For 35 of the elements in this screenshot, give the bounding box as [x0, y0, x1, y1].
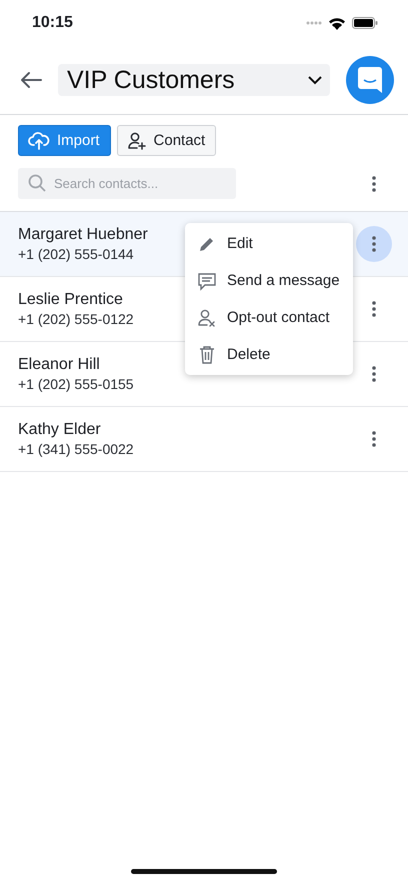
list-dropdown[interactable]: VIP Customers: [58, 64, 330, 96]
chat-app-button[interactable]: [346, 56, 394, 104]
signal-icon: [306, 21, 322, 25]
chevron-down-icon: [308, 76, 322, 84]
remove-person-icon: [197, 308, 217, 328]
vertical-dots-icon: [372, 236, 376, 252]
menu-item[interactable]: Opt-out contact: [185, 299, 353, 336]
chat-bubble-icon: [357, 66, 383, 94]
contact-phone: +1 (202) 555-0122: [18, 311, 134, 327]
contact-row[interactable]: Kathy Elder +1 (341) 555-0022: [0, 407, 408, 472]
vertical-dots-icon: [372, 176, 376, 192]
search-field[interactable]: Search contacts...: [18, 168, 236, 199]
contact-name: Margaret Huebner: [18, 226, 148, 244]
menu-item[interactable]: Edit: [185, 225, 353, 262]
contact-name: Kathy Elder: [18, 421, 101, 439]
vertical-dots-icon: [372, 366, 376, 382]
contact-phone: +1 (202) 555-0155: [18, 376, 134, 392]
contact-name: Leslie Prentice: [18, 291, 123, 309]
vertical-dots-icon: [372, 301, 376, 317]
battery-icon: [352, 17, 378, 29]
trash-icon: [199, 346, 215, 364]
vertical-dots-icon: [372, 431, 376, 447]
contact-phone: +1 (341) 555-0022: [18, 441, 134, 457]
contact-name: Eleanor Hill: [18, 356, 100, 374]
add-person-icon: [126, 130, 147, 150]
contact-phone: +1 (202) 555-0144: [18, 246, 134, 262]
contact-button[interactable]: Contact: [116, 125, 216, 156]
row-menu-button[interactable]: [356, 226, 392, 262]
cloud-upload-icon: [28, 132, 50, 150]
wifi-icon: [328, 16, 346, 30]
status-time: 10:15: [32, 14, 73, 32]
chat-bubble-icon: [197, 270, 217, 290]
menu-item[interactable]: Delete: [185, 336, 353, 373]
import-button[interactable]: Import: [18, 125, 111, 156]
back-button[interactable]: [20, 71, 42, 89]
